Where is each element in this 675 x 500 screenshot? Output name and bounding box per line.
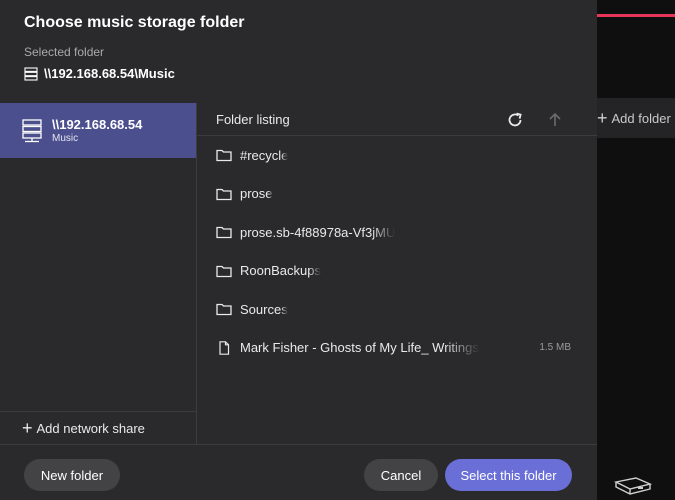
dialog-footer: New folder Cancel Select this folder	[0, 444, 597, 500]
add-folder-button[interactable]: + Add folder	[597, 108, 671, 128]
folder-name: Sources	[240, 301, 288, 317]
share-name: \\192.168.68.54	[52, 117, 143, 132]
plus-icon: +	[22, 418, 33, 438]
folder-listing-pane: Folder listing #recycle prose prose.sb-4…	[197, 103, 597, 444]
folder-icon	[216, 304, 232, 316]
add-folder-label: Add folder	[611, 110, 671, 126]
server-icon	[22, 118, 42, 142]
folder-item[interactable]: prose	[197, 175, 597, 214]
selected-folder-path-text: \\192.168.68.54\Music	[44, 66, 175, 81]
folder-listing-title: Folder listing	[216, 111, 290, 127]
folder-item[interactable]: #recycle	[197, 136, 597, 175]
selected-folder-path: \\192.168.68.54\Music	[24, 66, 175, 81]
dialog-title: Choose music storage folder	[24, 14, 245, 31]
folder-picker-dialog: Choose music storage folder Selected fol…	[0, 0, 597, 500]
folder-icon	[216, 265, 232, 277]
folder-item[interactable]: Sources	[197, 290, 597, 329]
selected-folder-label: Selected folder	[24, 45, 105, 59]
file-size: 1.5 MB	[539, 342, 571, 354]
new-folder-button[interactable]: New folder	[24, 459, 120, 491]
file-item[interactable]: Mark Fisher - Ghosts of My Life_ Writing…	[197, 329, 597, 368]
device-icon	[613, 477, 652, 495]
add-network-share-label: Add network share	[36, 420, 145, 436]
share-subtitle: Music	[52, 133, 79, 144]
file-icon	[219, 340, 230, 355]
folder-icon	[216, 188, 232, 200]
cancel-button[interactable]: Cancel	[364, 459, 438, 491]
folder-name: prose.sb-4f88978a-Vf3jMU	[240, 224, 396, 240]
arrow-up-icon[interactable]	[545, 110, 565, 130]
refresh-icon[interactable]	[505, 110, 525, 130]
server-icon	[24, 66, 38, 81]
folder-name: #recycle	[240, 147, 289, 163]
folder-name: prose	[240, 186, 273, 202]
folder-item[interactable]: RoonBackups	[197, 252, 597, 291]
add-network-share-button[interactable]: + Add network share	[0, 411, 196, 444]
share-list-pane: \\192.168.68.54 Music + Add network shar…	[0, 103, 197, 444]
background-app	[597, 0, 675, 500]
folder-icon	[216, 150, 232, 162]
share-item-192-168-68-54[interactable]: \\192.168.68.54 Music	[0, 103, 196, 158]
plus-icon: +	[597, 108, 608, 128]
folder-name: RoonBackups	[240, 263, 321, 279]
folder-item[interactable]: prose.sb-4f88978a-Vf3jMU	[197, 213, 597, 252]
folder-listing-header: Folder listing	[197, 103, 597, 136]
file-name: Mark Fisher - Ghosts of My Life_ Writing…	[240, 340, 480, 356]
select-folder-button[interactable]: Select this folder	[445, 459, 572, 491]
folder-icon	[216, 227, 232, 239]
accent-bar	[597, 14, 675, 17]
